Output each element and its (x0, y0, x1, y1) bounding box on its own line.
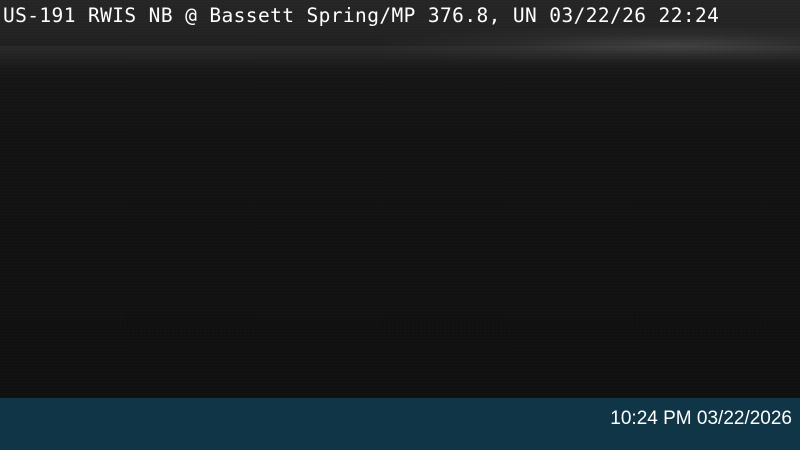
timestamp-bar: 10:24 PM 03/22/2026 (0, 398, 800, 450)
image-noise (0, 0, 800, 398)
camera-overlay-caption: US-191 RWIS NB @ Bassett Spring/MP 376.8… (3, 4, 720, 27)
webcam-frame: US-191 RWIS NB @ Bassett Spring/MP 376.8… (0, 0, 800, 450)
camera-image: US-191 RWIS NB @ Bassett Spring/MP 376.8… (0, 0, 800, 398)
capture-timestamp: 10:24 PM 03/22/2026 (610, 408, 792, 429)
